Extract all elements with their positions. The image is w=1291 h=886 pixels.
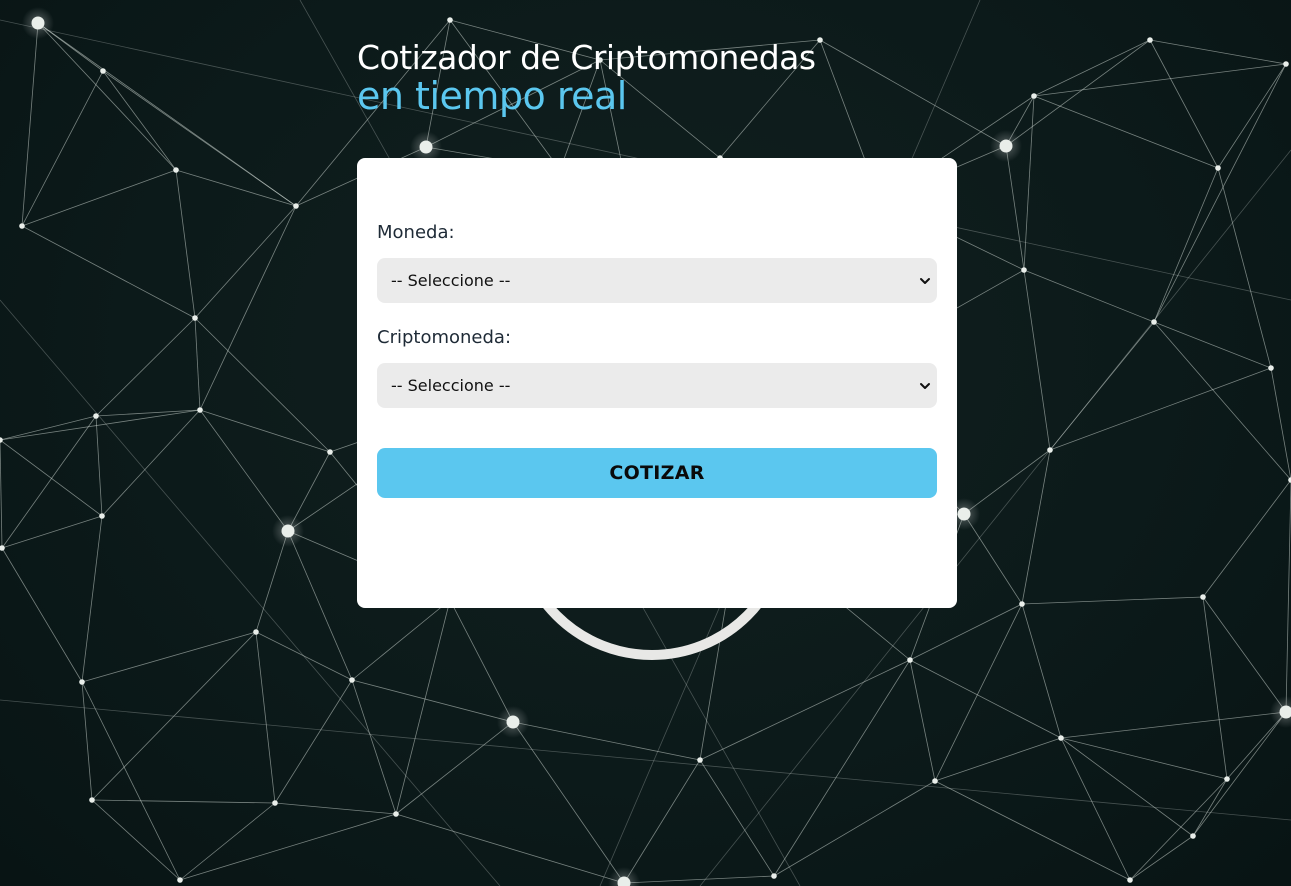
page-title: Cotizador de Criptomonedas en tiempo rea… xyxy=(357,38,957,118)
title-line-primary: Cotizador de Criptomonedas xyxy=(357,38,816,77)
title-line-accent: en tiempo real xyxy=(357,74,627,118)
currency-label: Moneda: xyxy=(377,222,455,243)
crypto-label: Criptomoneda: xyxy=(377,327,512,348)
currency-select-value: -- Seleccione -- xyxy=(391,271,511,290)
quote-submit-button[interactable]: COTIZAR xyxy=(377,448,937,498)
crypto-select-value: -- Seleccione -- xyxy=(391,376,511,395)
crypto-select[interactable]: -- Seleccione -- xyxy=(377,363,937,408)
chevron-down-icon xyxy=(920,383,930,389)
currency-select[interactable]: -- Seleccione -- xyxy=(377,258,937,303)
quote-form-card: Moneda: -- Seleccione -- Criptomoneda: -… xyxy=(357,158,957,608)
chevron-down-icon xyxy=(920,278,930,284)
